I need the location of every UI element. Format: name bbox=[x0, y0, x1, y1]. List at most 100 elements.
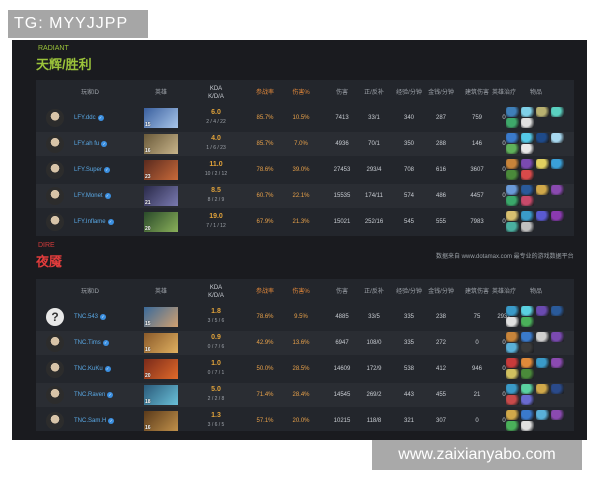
last-hits-denies: 293/4 bbox=[366, 167, 382, 173]
player-name-link[interactable]: LFY.Monet ✓ bbox=[74, 184, 111, 208]
item-icon[interactable] bbox=[521, 395, 534, 405]
item-icon[interactable] bbox=[521, 144, 534, 154]
item-icon[interactable] bbox=[536, 185, 549, 195]
player-name-link[interactable]: TNC.KuKu ✓ bbox=[74, 357, 111, 381]
item-icon[interactable] bbox=[521, 343, 534, 353]
player-name-link[interactable]: TNC.543 ✓ bbox=[74, 305, 107, 329]
last-hits-denies: 70/1 bbox=[368, 141, 380, 147]
hero-portrait[interactable]: 16 bbox=[144, 333, 178, 353]
item-icon[interactable] bbox=[521, 369, 534, 379]
item-icon[interactable] bbox=[506, 211, 519, 221]
player-row: LFY.ddc ✓ 15 6.0 2 / 4 / 22 85.7% 10.5% 7413 33/… bbox=[36, 106, 574, 130]
hero-portrait[interactable]: 20 bbox=[144, 212, 178, 232]
player-name: LFY.Inflame bbox=[74, 219, 106, 225]
participation-rate: 71.4% bbox=[256, 392, 274, 398]
item-icon[interactable] bbox=[521, 196, 534, 206]
verified-icon: ✓ bbox=[108, 418, 115, 424]
player-name-link[interactable]: TNC.Raven ✓ bbox=[74, 383, 114, 407]
item-icon[interactable] bbox=[536, 384, 549, 394]
item-icon[interactable] bbox=[506, 196, 519, 206]
item-icon[interactable] bbox=[521, 384, 534, 394]
item-icon[interactable] bbox=[506, 170, 519, 180]
item-icon[interactable] bbox=[506, 222, 519, 232]
item-icon[interactable] bbox=[506, 185, 519, 195]
item-icon[interactable] bbox=[506, 107, 519, 117]
item-icon[interactable] bbox=[551, 185, 564, 195]
hero-portrait[interactable]: 21 bbox=[144, 186, 178, 206]
item-icon[interactable] bbox=[506, 395, 519, 405]
gold-per-minute: 455 bbox=[435, 392, 446, 398]
item-icon[interactable] bbox=[551, 159, 564, 169]
item-icon[interactable] bbox=[521, 118, 534, 128]
item-icon[interactable] bbox=[506, 133, 519, 143]
item-icon[interactable] bbox=[506, 144, 519, 154]
item-icon[interactable] bbox=[521, 185, 534, 195]
player-name-link[interactable]: LFY.ddc ✓ bbox=[74, 106, 104, 130]
damage-percent: 21.3% bbox=[292, 219, 310, 225]
item-icon[interactable] bbox=[506, 343, 519, 353]
column-header-hero: 英雄 bbox=[154, 90, 167, 96]
item-icon[interactable] bbox=[551, 358, 564, 368]
hero-portrait[interactable]: 16 bbox=[144, 411, 178, 431]
verified-icon: ✓ bbox=[103, 167, 110, 173]
item-icon[interactable] bbox=[536, 211, 549, 221]
hero-portrait[interactable]: 23 bbox=[144, 160, 178, 180]
item-icon[interactable] bbox=[506, 410, 519, 420]
item-icon[interactable] bbox=[521, 358, 534, 368]
item-icon[interactable] bbox=[506, 369, 519, 379]
player-name: TNC.543 bbox=[74, 314, 99, 320]
item-icon[interactable] bbox=[506, 421, 519, 431]
column-header-xpm: 经验/分钟 bbox=[396, 90, 422, 96]
hero-portrait[interactable]: 20 bbox=[144, 359, 178, 379]
hero-portrait[interactable]: 15 bbox=[144, 108, 178, 128]
item-icon[interactable] bbox=[536, 107, 549, 117]
player-name-link[interactable]: LFY.Super ✓ bbox=[74, 158, 110, 182]
item-icon[interactable] bbox=[536, 358, 549, 368]
item-icon[interactable] bbox=[506, 358, 519, 368]
item-icon[interactable] bbox=[521, 332, 534, 342]
hero-portrait[interactable]: 18 bbox=[144, 385, 178, 405]
hero-portrait[interactable]: 16 bbox=[144, 134, 178, 154]
player-name-link[interactable]: LFY.Inflame ✓ bbox=[74, 210, 114, 234]
item-icon[interactable] bbox=[521, 410, 534, 420]
item-icon[interactable] bbox=[521, 306, 534, 316]
player-name: TNC.Raven bbox=[74, 392, 106, 398]
item-icon[interactable] bbox=[506, 384, 519, 394]
item-icon[interactable] bbox=[521, 159, 534, 169]
item-icon[interactable] bbox=[521, 107, 534, 117]
item-icon[interactable] bbox=[551, 107, 564, 117]
item-icon[interactable] bbox=[551, 410, 564, 420]
damage-percent: 9.5% bbox=[294, 314, 308, 320]
item-icon[interactable] bbox=[521, 317, 534, 327]
building-damage: 0 bbox=[475, 418, 479, 424]
player-name-link[interactable]: TNC.Tims ✓ bbox=[74, 331, 109, 355]
item-icon[interactable] bbox=[506, 332, 519, 342]
hero-portrait[interactable]: 15 bbox=[144, 307, 178, 327]
item-icon[interactable] bbox=[551, 332, 564, 342]
item-icon[interactable] bbox=[506, 159, 519, 169]
xp-per-minute: 321 bbox=[403, 418, 414, 424]
item-icon[interactable] bbox=[551, 211, 564, 221]
item-icon[interactable] bbox=[536, 133, 549, 143]
item-icon[interactable] bbox=[521, 222, 534, 232]
item-icon[interactable] bbox=[506, 118, 519, 128]
item-icon[interactable] bbox=[521, 170, 534, 180]
item-icon[interactable] bbox=[521, 421, 534, 431]
player-name-link[interactable]: LFY.ah fu ✓ bbox=[74, 132, 108, 156]
item-icon[interactable] bbox=[536, 306, 549, 316]
hero-damage: 15535 bbox=[333, 193, 351, 199]
participation-rate: 85.7% bbox=[256, 115, 274, 121]
item-icon[interactable] bbox=[536, 332, 549, 342]
item-icon[interactable] bbox=[521, 133, 534, 143]
item-icon[interactable] bbox=[536, 410, 549, 420]
player-name-link[interactable]: TNC.Sam.H ✓ bbox=[74, 409, 115, 433]
item-icon[interactable] bbox=[551, 133, 564, 143]
item-icon[interactable] bbox=[551, 384, 564, 394]
item-icon[interactable] bbox=[536, 159, 549, 169]
item-icon[interactable] bbox=[506, 317, 519, 327]
item-icon[interactable] bbox=[521, 211, 534, 221]
item-icon[interactable] bbox=[506, 306, 519, 316]
kda-ratio: 1.0 bbox=[211, 360, 221, 367]
column-header-player: 玩家ID bbox=[80, 90, 99, 96]
item-icon[interactable] bbox=[551, 306, 564, 316]
